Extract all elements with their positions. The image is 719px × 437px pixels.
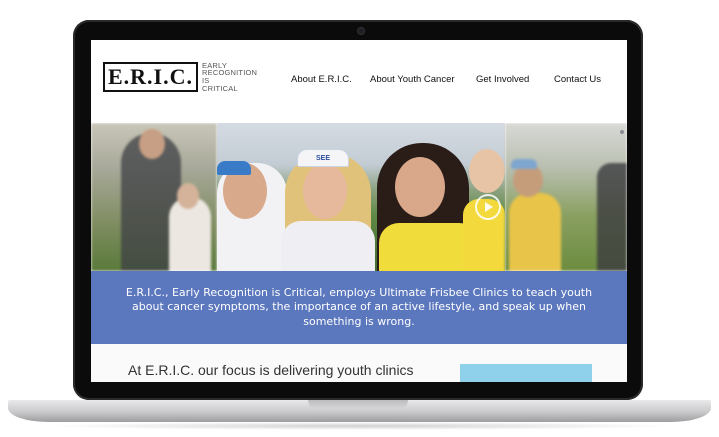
cap-text: SEE (315, 154, 330, 162)
mission-text: E.R.I.C., Early Recognition is Critical,… (125, 285, 593, 328)
play-triangle-icon (485, 202, 493, 212)
content-section: At E.R.I.C. our focus is delivering yout… (91, 344, 627, 382)
blurred-cap (511, 159, 537, 169)
laptop-notch (308, 400, 408, 409)
blurred-person (509, 193, 561, 271)
face-far-right (469, 149, 505, 193)
cap-left (217, 161, 251, 175)
main-nav: About E.R.I.C. About Youth Cancer Get In… (91, 74, 627, 88)
cta-box[interactable] (460, 364, 592, 382)
laptop-shadow (40, 422, 680, 430)
hero-slider[interactable]: SEE (91, 123, 627, 271)
play-circle-icon[interactable] (475, 194, 501, 220)
blurred-person (597, 163, 627, 271)
site-header: E.R.I.C. EARLY RECOGNITION IS CRITICAL A… (91, 40, 627, 123)
slider-dot[interactable] (620, 130, 624, 134)
face-middle (303, 163, 347, 219)
face-right (395, 157, 445, 217)
nav-link-get-involved[interactable]: Get Involved (476, 74, 529, 85)
person-middle-shirt (281, 221, 375, 271)
hero-slide-next[interactable] (505, 123, 627, 271)
nav-link-about-eric[interactable]: About E.R.I.C. (291, 74, 352, 85)
cap-middle: SEE (297, 149, 349, 167)
nav-link-about-youth-cancer[interactable]: About Youth Cancer (370, 74, 455, 85)
hero-slide-previous[interactable] (91, 123, 217, 271)
camera-icon (358, 28, 364, 34)
blurred-face (139, 129, 165, 159)
blurred-face (177, 183, 199, 209)
hero-slide-current[interactable]: SEE (217, 123, 505, 271)
mission-banner: E.R.I.C., Early Recognition is Critical,… (91, 271, 627, 344)
nav-link-contact-us[interactable]: Contact Us (554, 74, 601, 85)
browser-screen: E.R.I.C. EARLY RECOGNITION IS CRITICAL A… (91, 40, 627, 382)
focus-heading: At E.R.I.C. our focus is delivering yout… (128, 362, 414, 378)
